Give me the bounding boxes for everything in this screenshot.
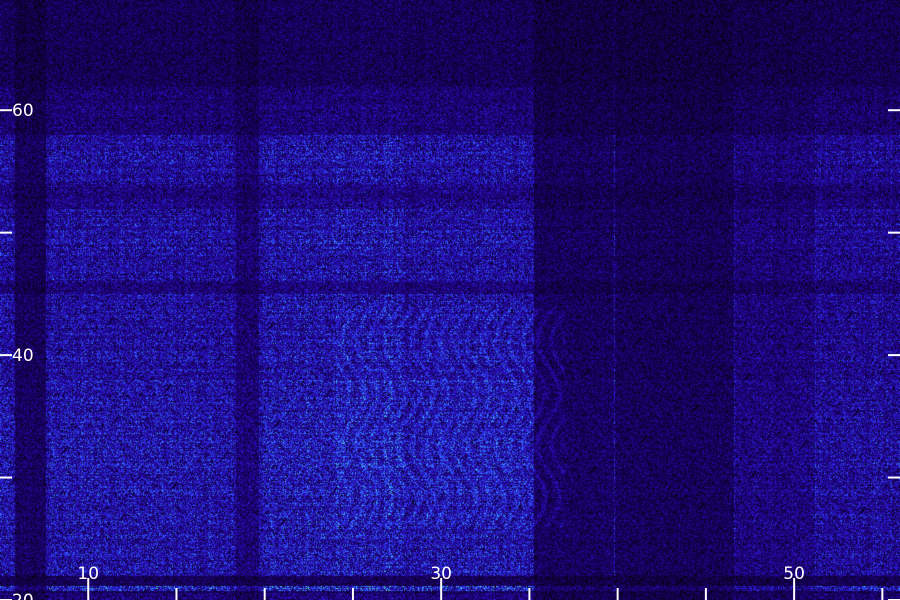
y-tick-label-60: 60	[12, 101, 34, 121]
x-tick-label-30: 30	[430, 564, 452, 584]
spectrogram-chart: 10 30 50 60 40 20	[0, 0, 900, 600]
y-tick-label-40: 40	[12, 346, 34, 366]
axis-overlay: 10 30 50 60 40 20	[0, 101, 900, 600]
y-tick-label-20: 20	[12, 591, 34, 600]
x-tick-label-10: 10	[77, 564, 99, 584]
x-tick-label-50: 50	[783, 564, 805, 584]
